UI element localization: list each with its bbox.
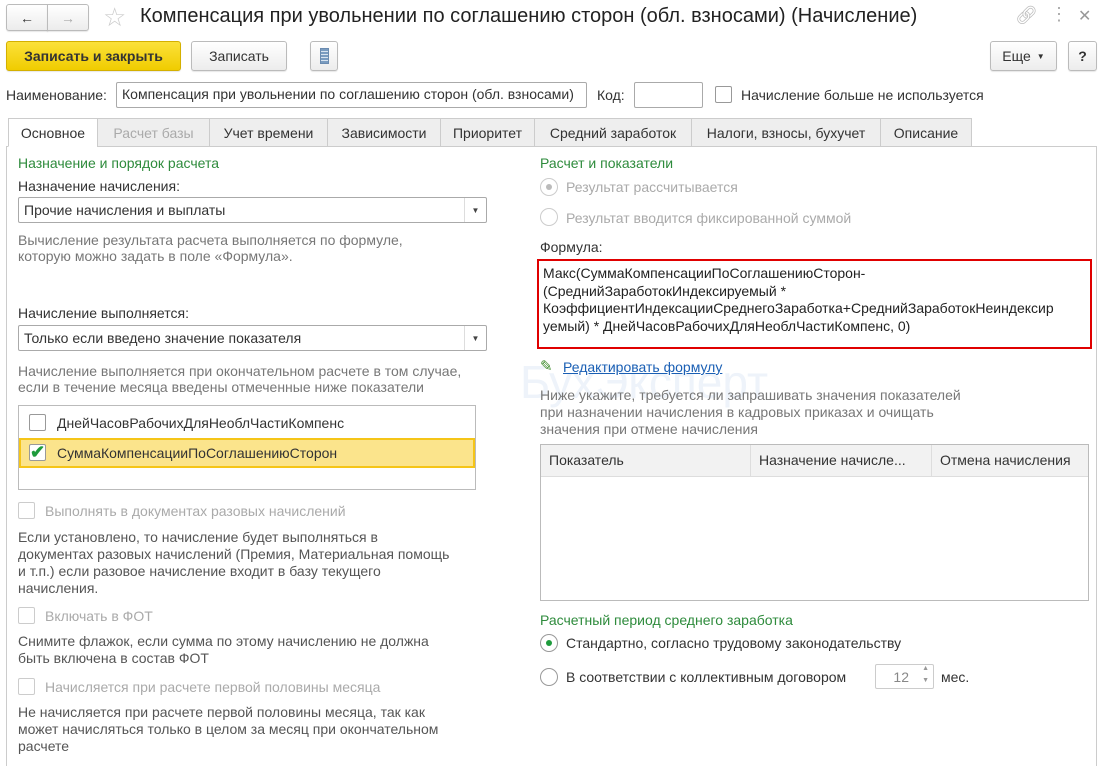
one-time-hint-4: начисления.: [18, 580, 99, 596]
save-button[interactable]: Записать: [191, 41, 287, 71]
help-button[interactable]: ?: [1068, 41, 1097, 71]
exec-hint-1: Начисление выполняется при окончательном…: [18, 363, 462, 379]
tab-time[interactable]: Учет времени: [209, 118, 328, 147]
close-icon[interactable]: ✕: [1078, 6, 1091, 26]
avg-period-title: Расчетный период среднего заработка: [540, 612, 793, 628]
exec-label: Начисление выполняется:: [18, 305, 189, 321]
one-time-hint-1: Если установлено, то начисление будет вы…: [18, 529, 378, 545]
half-month-hint-2: может начисляться только в целом за меся…: [18, 721, 439, 737]
indicator-checkbox[interactable]: [29, 414, 46, 431]
exec-hint-2: если в течение месяца введены отмеченные…: [18, 379, 424, 395]
tab-dependencies[interactable]: Зависимости: [327, 118, 441, 147]
formula-line: КоэффициентИндексацииСреднегоЗаработка+С…: [543, 300, 1054, 316]
one-time-checkbox[interactable]: [18, 502, 35, 519]
tab-avg-earnings[interactable]: Средний заработок: [534, 118, 692, 147]
spinner-down-icon[interactable]: ▼: [922, 677, 929, 684]
one-time-label: Выполнять в документах разовых начислени…: [45, 503, 346, 519]
tab-base-calc[interactable]: Расчет базы: [97, 118, 210, 147]
formula-field[interactable]: Макс(СуммаКомпенсацииПоСоглашениюСторон-…: [537, 259, 1092, 349]
purpose-hint-2: которую можно задать в поле «Формула».: [18, 248, 293, 264]
forward-button[interactable]: →: [47, 4, 89, 31]
indicator-list: ДнейЧасовРабочихДляНеоблЧастиКомпенс ✔ С…: [18, 405, 476, 490]
radio-calculated[interactable]: [540, 178, 558, 196]
spinner-up-icon[interactable]: ▲: [922, 665, 929, 672]
name-label: Наименование:: [6, 87, 107, 103]
indicator-checkbox[interactable]: ✔: [29, 443, 46, 461]
more-button[interactable]: Еще ▼: [990, 41, 1057, 71]
months-unit: мес.: [941, 669, 970, 685]
radio-fixed-label: Результат вводится фиксированной суммой: [566, 210, 852, 226]
half-month-checkbox[interactable]: [18, 678, 35, 695]
more-label: Еще: [1002, 48, 1031, 64]
code-input[interactable]: [634, 82, 703, 108]
purpose-label: Назначение начисления:: [18, 178, 180, 194]
half-month-hint-3: расчете: [18, 738, 70, 754]
fot-label: Включать в ФОТ: [45, 608, 153, 624]
indicators-hint-1: Ниже укажите, требуется ли запрашивать з…: [540, 387, 961, 403]
tab-taxes[interactable]: Налоги, взносы, бухучет: [691, 118, 881, 147]
column-header-assignment[interactable]: Назначение начисле...: [751, 445, 932, 476]
fot-hint-2: быть включена в состав ФОТ: [18, 650, 209, 666]
purpose-hint-1: Вычисление результата расчета выполняетс…: [18, 232, 403, 248]
column-header-cancel[interactable]: Отмена начисления: [932, 445, 1088, 476]
report-button[interactable]: [310, 41, 338, 71]
list-icon: [319, 48, 329, 64]
fot-hint-1: Снимите флажок, если сумма по этому начи…: [18, 633, 429, 649]
pencil-icon: ✎: [540, 358, 553, 375]
table-header: Показатель Назначение начисле... Отмена …: [541, 445, 1088, 477]
radio-collective-label: В соответствии с коллективным договором: [566, 669, 847, 685]
list-item[interactable]: ✔ СуммаКомпенсацииПоСоглашениюСторон: [19, 438, 475, 468]
dropdown-icon[interactable]: ▼: [464, 326, 486, 350]
unused-checkbox[interactable]: [715, 86, 732, 103]
window-title: Компенсация при увольнении по соглашению…: [140, 5, 918, 27]
indicator-name: ДнейЧасовРабочихДляНеоблЧастиКомпенс: [57, 415, 345, 431]
formula-label: Формула:: [540, 239, 603, 255]
tab-priority[interactable]: Приоритет: [440, 118, 535, 147]
purpose-select[interactable]: Прочие начисления и выплаты ▼: [18, 197, 487, 223]
name-input[interactable]: Компенсация при увольнении по соглашению…: [116, 82, 587, 108]
months-spinner[interactable]: 12 ▲ ▼: [875, 664, 934, 689]
more-vert-icon[interactable]: ⋮: [1050, 4, 1068, 25]
code-label: Код:: [597, 87, 625, 103]
indicators-hint-3: значения при отмене начисления: [540, 421, 758, 437]
indicators-hint-2: при назначении начисления в кадровых при…: [540, 404, 934, 420]
exec-value: Только если введено значение показателя: [24, 330, 302, 346]
edit-formula-link[interactable]: Редактировать формулу: [563, 359, 722, 375]
formula-line: уемый) * ДнейЧасовРабочихДляНеоблЧастиКо…: [543, 317, 911, 334]
tab-main[interactable]: Основное: [8, 118, 98, 147]
unused-label: Начисление больше не используется: [741, 87, 984, 103]
radio-calculated-label: Результат рассчитывается: [566, 179, 738, 195]
radio-collective[interactable]: [540, 668, 558, 686]
calc-section-title: Расчет и показатели: [540, 155, 674, 171]
months-value: 12: [893, 669, 909, 685]
radio-fixed[interactable]: [540, 208, 558, 226]
exec-select[interactable]: Только если введено значение показателя ▼: [18, 325, 487, 351]
purpose-value: Прочие начисления и выплаты: [24, 202, 226, 218]
column-header-indicator[interactable]: Показатель: [541, 445, 751, 476]
list-item[interactable]: ДнейЧасовРабочихДляНеоблЧастиКомпенс: [19, 408, 475, 437]
formula-line: (СреднийЗаработокИндексируемый *: [543, 282, 787, 299]
link-icon[interactable]: 🔗︎: [1015, 5, 1038, 26]
radio-standard[interactable]: [540, 634, 558, 652]
fot-checkbox[interactable]: [18, 607, 35, 624]
one-time-hint-3: и т.п.) если разовое начисление входит в…: [18, 563, 381, 579]
save-and-close-button[interactable]: Записать и закрыть: [6, 41, 181, 71]
indicators-table[interactable]: Показатель Назначение начисле... Отмена …: [540, 444, 1089, 601]
one-time-hint-2: документах разовых начислений (Премия, М…: [18, 546, 450, 562]
half-month-hint-1: Не начисляется при расчете первой полови…: [18, 704, 425, 720]
back-button[interactable]: ←: [6, 4, 48, 31]
dropdown-icon[interactable]: ▼: [464, 198, 486, 222]
half-month-label: Начисляется при расчете первой половины …: [45, 679, 381, 695]
purpose-section-title: Назначение и порядок расчета: [18, 155, 220, 171]
indicator-name: СуммаКомпенсацииПоСоглашениюСторон: [57, 445, 338, 461]
favorite-star-icon[interactable]: ☆: [103, 2, 126, 33]
tab-description[interactable]: Описание: [880, 118, 972, 147]
formula-line: Макс(СуммаКомпенсацииПоСоглашениюСторон-: [543, 265, 866, 281]
radio-standard-label: Стандартно, согласно трудовому законодат…: [566, 635, 902, 651]
chevron-down-icon: ▼: [1036, 51, 1045, 61]
